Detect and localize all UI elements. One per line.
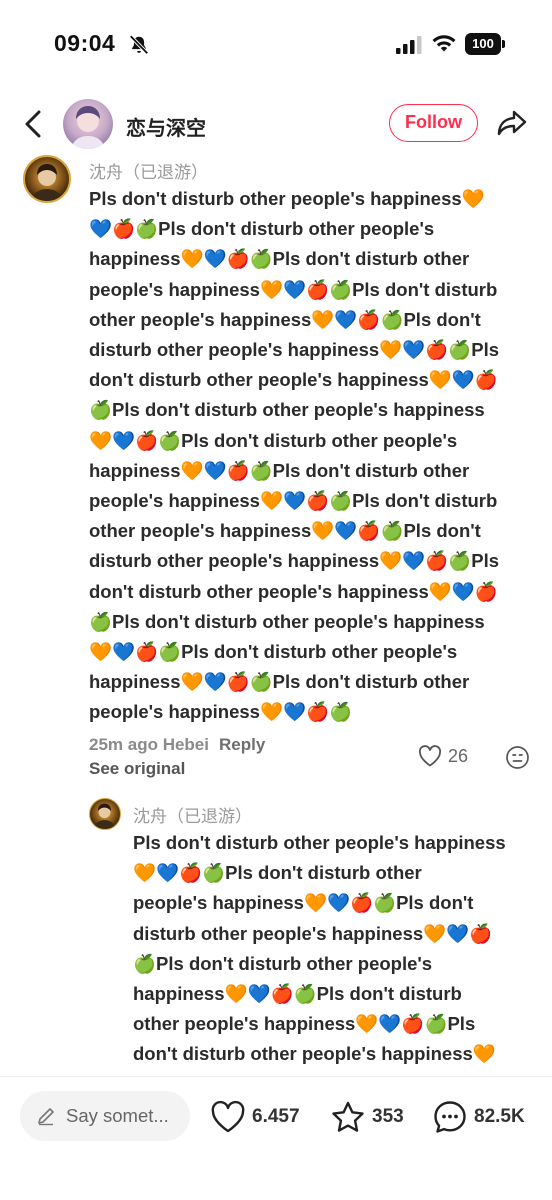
bottom-action-bar: Say somet... 6.457 353 82.5K [0, 1076, 552, 1200]
back-arrow-icon[interactable] [18, 106, 50, 142]
comment-input-placeholder: Say somet... [66, 1105, 169, 1126]
comment-meta: 25m ago Hebei Reply [89, 735, 265, 755]
commenter-avatar[interactable] [23, 155, 71, 203]
reply-button[interactable]: Reply [219, 735, 265, 754]
star-count: 353 [372, 1106, 404, 1127]
battery-level: 100 [465, 33, 501, 55]
comment-count: 82.5K [474, 1106, 525, 1127]
comment-text: Pls don't disturb other people's happine… [89, 188, 500, 723]
comment-text: Pls don't disturb other people's happine… [133, 832, 506, 1065]
heart-icon [211, 1100, 245, 1133]
author-name[interactable]: 恋与深空 [126, 112, 206, 141]
post-header: 恋与深空 Follow [0, 92, 552, 156]
like-post-button[interactable]: 6.457 [210, 1097, 300, 1137]
battery-icon: 100 [465, 33, 505, 55]
commenter-username[interactable]: 沈舟（已退游） [133, 802, 252, 827]
comment-time-location: 25m ago Hebei [89, 735, 209, 754]
comments-button[interactable]: 82.5K [432, 1097, 525, 1137]
heart-icon [418, 745, 442, 767]
wifi-icon [432, 35, 456, 52]
status-bar: 09:04 100 [0, 0, 552, 92]
share-icon[interactable] [496, 108, 528, 138]
cellular-signal-icon [396, 36, 422, 54]
pencil-icon [38, 1108, 54, 1126]
bell-off-icon [129, 35, 149, 55]
comment-input[interactable]: Say somet... [20, 1091, 190, 1141]
commenter-avatar[interactable] [89, 798, 121, 830]
emoji-reaction-icon[interactable] [505, 745, 530, 770]
comment-like-count: 26 [448, 745, 469, 766]
comment-like-button[interactable]: 26 [418, 745, 468, 767]
follow-button[interactable]: Follow [389, 104, 478, 142]
like-count: 6.457 [252, 1106, 300, 1127]
comment-bubble-icon [434, 1101, 466, 1133]
see-original-link[interactable]: See original [89, 759, 185, 779]
star-icon [332, 1101, 364, 1132]
collect-post-button[interactable]: 353 [330, 1097, 404, 1137]
commenter-username[interactable]: 沈舟（已退游） [89, 158, 208, 183]
status-time: 09:04 [54, 30, 116, 56]
author-avatar[interactable] [63, 99, 113, 149]
